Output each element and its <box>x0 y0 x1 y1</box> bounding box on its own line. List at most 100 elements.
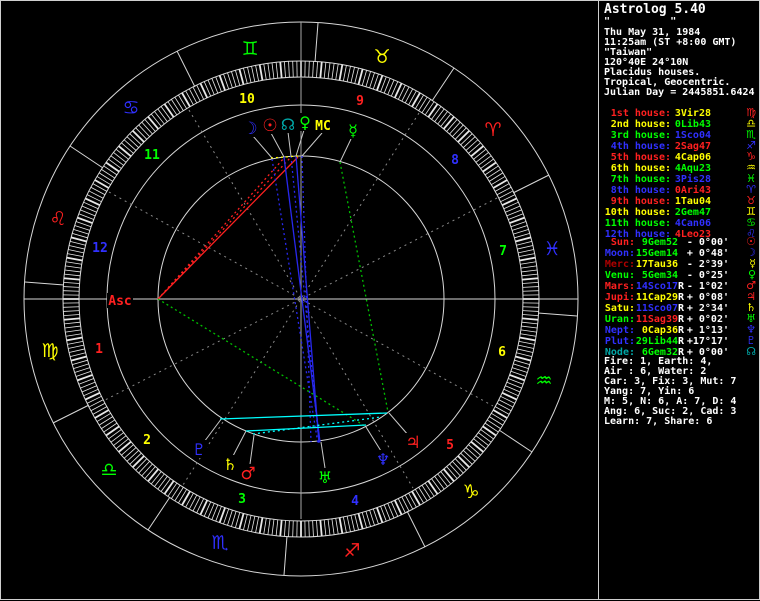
planet-row: Plut:29Lib44R+17°17'♇ <box>604 336 756 347</box>
planet-position-value: 11Sco07 <box>635 304 678 314</box>
degree-tick <box>68 345 84 348</box>
daily-motion-value: + 0°08' <box>685 293 729 303</box>
house-number: 9 <box>356 94 364 109</box>
degree-tick <box>91 403 105 411</box>
degree-tick <box>419 487 427 501</box>
degree-tick <box>106 426 119 435</box>
house-row: 6th house:4Aqu23♒ <box>604 163 756 174</box>
planet-position-value: 9Gem52 <box>635 238 678 248</box>
house-number: 5 <box>446 438 454 453</box>
degree-tick <box>136 459 147 471</box>
degree-tick <box>485 423 498 432</box>
degree-tick <box>450 122 461 134</box>
degree-tick <box>66 262 82 265</box>
degree-tick <box>75 225 90 230</box>
sign-glyph-capricorn: ♑ <box>462 481 479 503</box>
degree-tick <box>168 483 177 496</box>
planet-row: Nept:0Cap36R+ 1°13'♆ <box>604 325 756 336</box>
degree-tick <box>497 403 511 411</box>
daily-motion-value: - 0°25' <box>685 271 729 281</box>
house-cusp-value: 3Pis28 <box>671 175 711 185</box>
degree-tick <box>67 338 83 341</box>
house-cusp-value: 3Vir28 <box>671 109 711 119</box>
degree-tick <box>64 282 80 283</box>
degree-tick <box>520 262 536 265</box>
degree-tick <box>444 117 454 129</box>
degree-tick <box>523 307 539 308</box>
house-row: 10th house:2Gem47♊ <box>604 207 756 218</box>
degree-tick <box>124 140 136 151</box>
planet-icon: ☊ <box>746 347 756 357</box>
degree-tick <box>182 93 190 107</box>
degree-tick <box>104 166 117 175</box>
degree-tick <box>514 360 529 364</box>
house-cusp-value: 2Sag47 <box>671 142 711 152</box>
degree-tick <box>272 519 274 535</box>
degree-tick <box>119 146 131 156</box>
degree-tick <box>476 152 489 162</box>
degree-tick <box>347 66 350 82</box>
degree-tick <box>148 469 158 481</box>
planet-label: Uran: <box>604 315 635 325</box>
degree-tick <box>145 119 155 131</box>
planet-label: Sun: <box>604 238 635 248</box>
house-number: 10 <box>239 92 255 107</box>
degree-tick <box>520 258 536 261</box>
aspect-line <box>158 299 365 426</box>
degree-tick <box>438 111 448 124</box>
daily-motion-value: + 1°13' <box>685 326 729 336</box>
degree-tick <box>489 173 503 181</box>
house-label: 6th house: <box>604 164 671 174</box>
degree-tick <box>64 322 80 324</box>
degree-tick <box>161 106 170 119</box>
degree-tick <box>276 520 278 536</box>
retrograde-flag: R <box>678 282 685 292</box>
degree-tick <box>69 349 85 353</box>
degree-tick <box>340 65 343 81</box>
sign-boundary <box>513 175 549 193</box>
planet-position-value: 15Gem14 <box>635 249 678 259</box>
house-label: 2nd house: <box>604 120 671 130</box>
house-row: 2nd house:0Lib43♎ <box>604 119 756 130</box>
degree-tick <box>522 314 538 315</box>
degree-tick <box>320 62 321 78</box>
degree-tick <box>481 159 494 168</box>
degree-tick <box>99 417 113 425</box>
degree-tick <box>158 109 168 122</box>
degree-tick <box>235 70 239 85</box>
degree-tick <box>521 270 537 272</box>
planet-position-value: 14Sco17 <box>635 282 678 292</box>
degree-tick <box>444 469 454 481</box>
sign-glyph-leo: ♌ <box>49 208 66 230</box>
degree-tick <box>256 517 259 533</box>
degree-tick <box>268 63 270 79</box>
degree-tick <box>489 417 503 425</box>
degree-tick <box>343 65 346 81</box>
chart-wheel: ♈♉♊♋♌♍♎♏♐♑♒♓123456789101112☽☉☊♀☿♇♄♂♅♆♃MC… <box>1 1 601 601</box>
degree-tick <box>70 241 86 245</box>
degree-tick <box>362 70 366 85</box>
house-row: 1st house:3Vir28♍ <box>604 108 756 119</box>
daily-motion-value: + 0°02' <box>685 315 729 325</box>
planet-position-value: 17Tau36 <box>635 260 678 270</box>
degree-tick <box>193 87 200 101</box>
degree-tick <box>523 311 539 312</box>
house-number: 3 <box>238 492 246 507</box>
daily-motion-value: +17°17' <box>685 337 729 347</box>
degree-tick <box>130 134 142 145</box>
sign-boundary <box>499 430 532 452</box>
degree-tick <box>499 400 513 407</box>
degree-tick <box>89 191 103 198</box>
degree-tick <box>64 314 80 315</box>
degree-tick <box>158 476 168 489</box>
degree-tick <box>63 291 79 292</box>
degree-tick <box>458 131 469 142</box>
degree-tick <box>151 114 161 126</box>
planet-pointer-line <box>340 139 351 162</box>
degree-tick <box>256 65 259 81</box>
sign-boundary <box>148 497 170 530</box>
degree-tick <box>340 518 343 534</box>
degree-tick <box>119 442 131 452</box>
degree-tick <box>127 450 139 461</box>
degree-tick <box>293 521 294 537</box>
